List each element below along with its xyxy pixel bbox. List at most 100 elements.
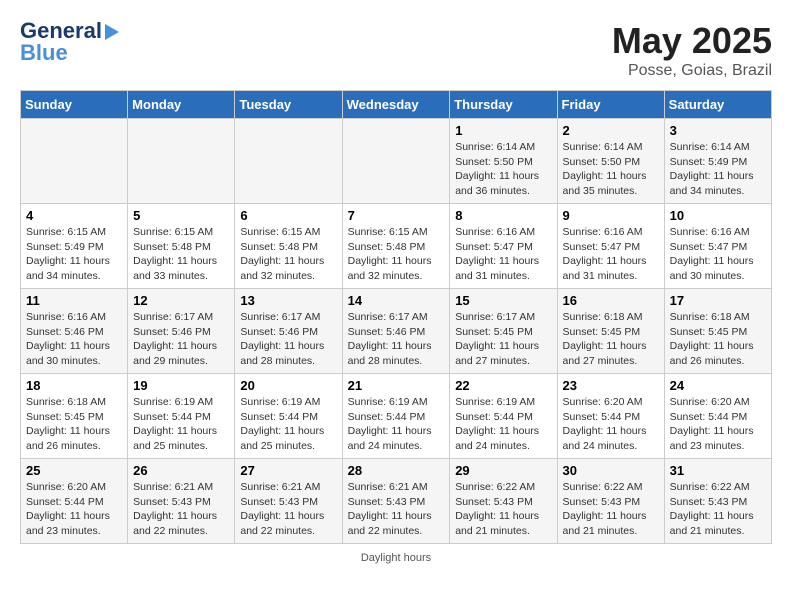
week-row-2: 4 Sunrise: 6:15 AM Sunset: 5:49 PM Daylig… [21,204,772,289]
calendar-footer: Daylight hours [20,552,772,564]
day-number: 10 [670,208,766,223]
calendar-cell: 22 Sunrise: 6:19 AM Sunset: 5:44 PM Dayli… [450,374,557,459]
day-detail: Sunrise: 6:18 AM Sunset: 5:45 PM Dayligh… [563,310,659,369]
day-detail: Sunrise: 6:19 AM Sunset: 5:44 PM Dayligh… [348,395,445,454]
header-day-thursday: Thursday [450,91,557,119]
calendar-cell: 26Sunrise: 6:21 AM Sunset: 5:43 PM Dayli… [128,459,235,544]
day-detail: Sunrise: 6:21 AM Sunset: 5:43 PM Dayligh… [240,480,336,539]
header-day-tuesday: Tuesday [235,91,342,119]
day-detail: Sunrise: 6:19 AM Sunset: 5:44 PM Dayligh… [240,395,336,454]
calendar-cell: 25 Sunrise: 6:20 AM Sunset: 5:44 PM Dayli… [21,459,128,544]
logo-text: General [20,20,102,42]
calendar-title: May 2025 [612,20,772,62]
day-number: 23 [563,378,659,393]
calendar-cell: 14Sunrise: 6:17 AM Sunset: 5:46 PM Dayli… [342,289,450,374]
day-number: 15 [455,293,551,308]
day-detail: Sunrise: 6:15 AM Sunset: 5:48 PM Dayligh… [348,225,445,284]
header-day-wednesday: Wednesday [342,91,450,119]
day-number: 20 [240,378,336,393]
calendar-cell: 17 Sunrise: 6:18 AM Sunset: 5:45 PM Dayli… [664,289,771,374]
header-day-sunday: Sunday [21,91,128,119]
day-detail: Sunrise: 6:21 AM Sunset: 5:43 PM Dayligh… [348,480,445,539]
day-number: 17 [670,293,766,308]
calendar-cell: 20 Sunrise: 6:19 AM Sunset: 5:44 PM Dayli… [235,374,342,459]
day-number: 8 [455,208,551,223]
day-number: 6 [240,208,336,223]
day-number: 7 [348,208,445,223]
calendar-cell: 2Sunrise: 6:14 AM Sunset: 5:50 PM Daylig… [557,119,664,204]
day-detail: Sunrise: 6:15 AM Sunset: 5:49 PM Dayligh… [26,225,122,284]
logo-arrow-icon [105,24,119,40]
calendar-cell: 29 Sunrise: 6:22 AM Sunset: 5:43 PM Dayli… [450,459,557,544]
day-detail: Sunrise: 6:18 AM Sunset: 5:45 PM Dayligh… [670,310,766,369]
day-number: 22 [455,378,551,393]
day-detail: Sunrise: 6:22 AM Sunset: 5:43 PM Dayligh… [670,480,766,539]
day-detail: Sunrise: 6:14 AM Sunset: 5:50 PM Dayligh… [455,140,551,199]
header-day-friday: Friday [557,91,664,119]
calendar-header: SundayMondayTuesdayWednesdayThursdayFrid… [21,91,772,119]
day-number: 16 [563,293,659,308]
calendar-cell: 11Sunrise: 6:16 AM Sunset: 5:46 PM Dayli… [21,289,128,374]
calendar-cell: 30Sunrise: 6:22 AM Sunset: 5:43 PM Dayli… [557,459,664,544]
day-number: 30 [563,463,659,478]
day-detail: Sunrise: 6:19 AM Sunset: 5:44 PM Dayligh… [133,395,229,454]
day-number: 1 [455,123,551,138]
calendar-cell: 23 Sunrise: 6:20 AM Sunset: 5:44 PM Dayli… [557,374,664,459]
day-detail: Sunrise: 6:20 AM Sunset: 5:44 PM Dayligh… [670,395,766,454]
week-row-1: 1 Sunrise: 6:14 AM Sunset: 5:50 PM Daylig… [21,119,772,204]
logo: General Blue [20,20,119,64]
header-day-monday: Monday [128,91,235,119]
day-detail: Sunrise: 6:19 AM Sunset: 5:44 PM Dayligh… [455,395,551,454]
day-number: 9 [563,208,659,223]
calendar-cell: 5Sunrise: 6:15 AM Sunset: 5:48 PM Daylig… [128,204,235,289]
day-detail: Sunrise: 6:20 AM Sunset: 5:44 PM Dayligh… [563,395,659,454]
calendar-cell [235,119,342,204]
day-number: 29 [455,463,551,478]
calendar-cell: 31Sunrise: 6:22 AM Sunset: 5:43 PM Dayli… [664,459,771,544]
day-number: 18 [26,378,122,393]
week-row-4: 18 Sunrise: 6:18 AM Sunset: 5:45 PM Dayli… [21,374,772,459]
day-detail: Sunrise: 6:16 AM Sunset: 5:46 PM Dayligh… [26,310,122,369]
day-detail: Sunrise: 6:16 AM Sunset: 5:47 PM Dayligh… [670,225,766,284]
header-row: SundayMondayTuesdayWednesdayThursdayFrid… [21,91,772,119]
calendar-cell [21,119,128,204]
day-detail: Sunrise: 6:18 AM Sunset: 5:45 PM Dayligh… [26,395,122,454]
calendar-cell: 7 Sunrise: 6:15 AM Sunset: 5:48 PM Daylig… [342,204,450,289]
calendar-cell: 15Sunrise: 6:17 AM Sunset: 5:45 PM Dayli… [450,289,557,374]
calendar-cell: 10 Sunrise: 6:16 AM Sunset: 5:47 PM Dayli… [664,204,771,289]
week-row-3: 11Sunrise: 6:16 AM Sunset: 5:46 PM Dayli… [21,289,772,374]
calendar-cell: 1 Sunrise: 6:14 AM Sunset: 5:50 PM Daylig… [450,119,557,204]
day-number: 28 [348,463,445,478]
calendar-cell: 6 Sunrise: 6:15 AM Sunset: 5:48 PM Daylig… [235,204,342,289]
calendar-cell: 24Sunrise: 6:20 AM Sunset: 5:44 PM Dayli… [664,374,771,459]
day-detail: Sunrise: 6:15 AM Sunset: 5:48 PM Dayligh… [133,225,229,284]
day-detail: Sunrise: 6:20 AM Sunset: 5:44 PM Dayligh… [26,480,122,539]
calendar-table: SundayMondayTuesdayWednesdayThursdayFrid… [20,90,772,544]
day-number: 12 [133,293,229,308]
page-header: General Blue May 2025 Posse, Goias, Braz… [20,20,772,80]
day-number: 14 [348,293,445,308]
day-detail: Sunrise: 6:22 AM Sunset: 5:43 PM Dayligh… [455,480,551,539]
day-detail: Sunrise: 6:14 AM Sunset: 5:49 PM Dayligh… [670,140,766,199]
calendar-cell: 16 Sunrise: 6:18 AM Sunset: 5:45 PM Dayli… [557,289,664,374]
day-number: 21 [348,378,445,393]
day-number: 13 [240,293,336,308]
day-detail: Sunrise: 6:21 AM Sunset: 5:43 PM Dayligh… [133,480,229,539]
day-detail: Sunrise: 6:15 AM Sunset: 5:48 PM Dayligh… [240,225,336,284]
calendar-cell: 9Sunrise: 6:16 AM Sunset: 5:47 PM Daylig… [557,204,664,289]
day-number: 25 [26,463,122,478]
calendar-cell: 13Sunrise: 6:17 AM Sunset: 5:46 PM Dayli… [235,289,342,374]
calendar-cell [342,119,450,204]
logo-blue-text: Blue [20,42,119,64]
calendar-location: Posse, Goias, Brazil [612,62,772,80]
calendar-cell: 18 Sunrise: 6:18 AM Sunset: 5:45 PM Dayli… [21,374,128,459]
calendar-cell: 4 Sunrise: 6:15 AM Sunset: 5:49 PM Daylig… [21,204,128,289]
calendar-cell: 19Sunrise: 6:19 AM Sunset: 5:44 PM Dayli… [128,374,235,459]
day-number: 3 [670,123,766,138]
day-number: 27 [240,463,336,478]
day-detail: Sunrise: 6:16 AM Sunset: 5:47 PM Dayligh… [455,225,551,284]
day-number: 4 [26,208,122,223]
calendar-body: 1 Sunrise: 6:14 AM Sunset: 5:50 PM Daylig… [21,119,772,544]
footer-text: Daylight hours [361,552,431,564]
calendar-cell: 3 Sunrise: 6:14 AM Sunset: 5:49 PM Daylig… [664,119,771,204]
